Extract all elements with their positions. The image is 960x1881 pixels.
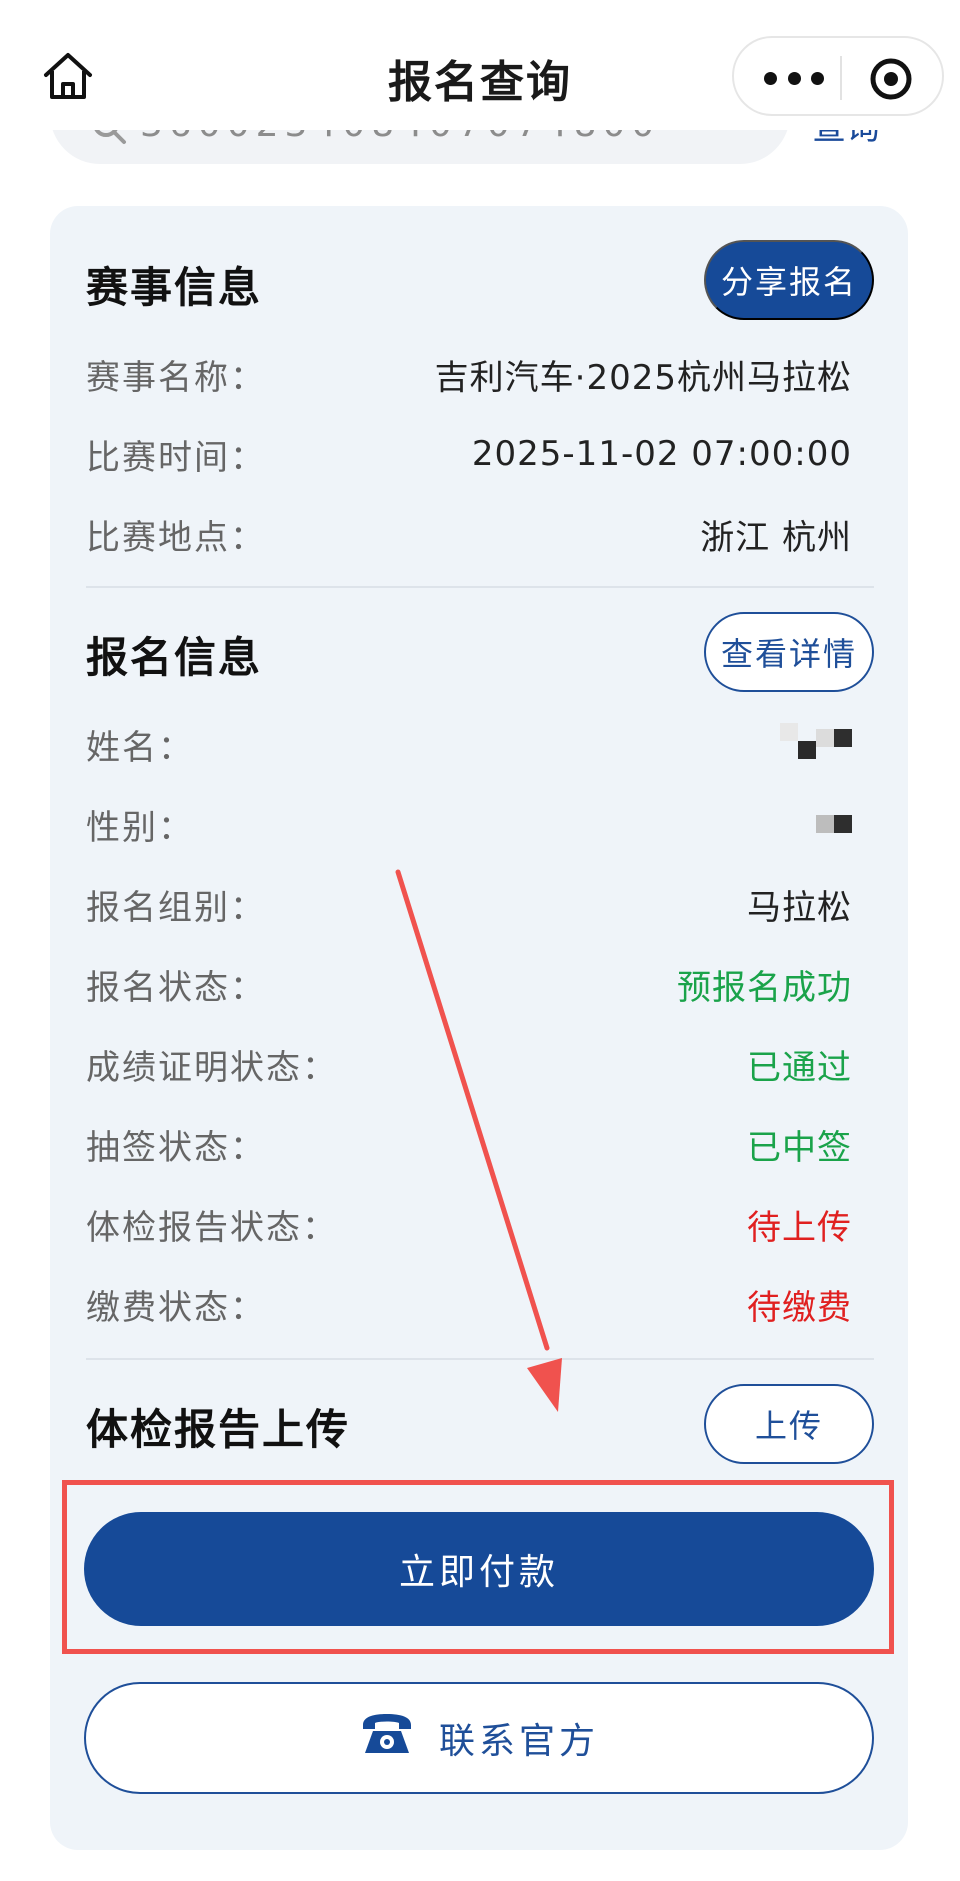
redacted-gender (816, 815, 852, 833)
registration-row-group: 报名组别： 马拉松 (86, 879, 852, 929)
more-dots-icon[interactable] (764, 60, 824, 96)
status-badge: 已中签 (747, 1127, 852, 1168)
registration-section-title: 报名信息 (86, 633, 263, 682)
row-value: 吉利汽车·2025杭州马拉松 (434, 357, 852, 398)
contact-official-button[interactable]: 联系官方 (84, 1682, 874, 1794)
row-label: 姓名： (86, 727, 194, 768)
capsule-divider (840, 56, 842, 100)
row-label: 报名组别： (86, 887, 266, 928)
registration-row-medical-report: 体检报告状态： 待上传 (86, 1199, 852, 1249)
row-label: 比赛时间： (86, 437, 266, 478)
status-badge: 待缴费 (747, 1287, 852, 1328)
row-value: 浙江 杭州 (700, 517, 852, 558)
row-label: 报名状态： (86, 967, 266, 1008)
registration-row-status: 报名状态： 预报名成功 (86, 959, 852, 1009)
upload-button[interactable]: 上传 (704, 1384, 874, 1464)
row-value: 2025-11-02 07:00:00 (471, 434, 852, 474)
divider (86, 1358, 874, 1360)
row-label: 性别： (86, 807, 194, 848)
divider (86, 586, 874, 588)
view-details-button[interactable]: 查看详情 (704, 612, 874, 692)
registration-row-name: 姓名： (86, 719, 852, 769)
target-close-icon[interactable] (868, 56, 914, 102)
status-badge: 已通过 (747, 1047, 852, 1088)
row-label: 赛事名称： (86, 357, 266, 398)
event-row-time: 比赛时间： 2025-11-02 07:00:00 (86, 429, 852, 479)
registration-row-gender: 性别： (86, 799, 852, 849)
registration-row-lottery: 抽签状态： 已中签 (86, 1119, 852, 1169)
row-value: 马拉松 (747, 887, 852, 928)
row-label: 比赛地点： (86, 517, 266, 558)
row-label: 成绩证明状态： (86, 1047, 338, 1088)
share-registration-button[interactable]: 分享报名 (704, 240, 874, 320)
pay-now-button[interactable]: 立即付款 (84, 1512, 874, 1626)
status-badge: 待上传 (747, 1207, 852, 1248)
status-badge: 预报名成功 (677, 967, 852, 1008)
contact-label: 联系官方 (438, 1720, 599, 1761)
event-row-location: 比赛地点： 浙江 杭州 (86, 509, 852, 559)
event-row-name: 赛事名称： 吉利汽车·2025杭州马拉松 (86, 349, 852, 399)
navbar: 报名查询 (0, 0, 960, 130)
telephone-icon (359, 1711, 415, 1766)
row-label: 抽签状态： (86, 1127, 266, 1168)
registration-row-score-proof: 成绩证明状态： 已通过 (86, 1039, 852, 1089)
upload-section-title: 体检报告上传 (86, 1405, 351, 1454)
row-label: 缴费状态： (86, 1287, 266, 1328)
miniprogram-capsule (732, 36, 944, 116)
row-label: 体检报告状态： (86, 1207, 338, 1248)
registration-row-payment: 缴费状态： 待缴费 (86, 1279, 852, 1329)
info-card: 赛事信息 分享报名 赛事名称： 吉利汽车·2025杭州马拉松 比赛时间： 202… (50, 206, 908, 1850)
redacted-name (780, 723, 852, 759)
event-section-title: 赛事信息 (86, 263, 263, 312)
